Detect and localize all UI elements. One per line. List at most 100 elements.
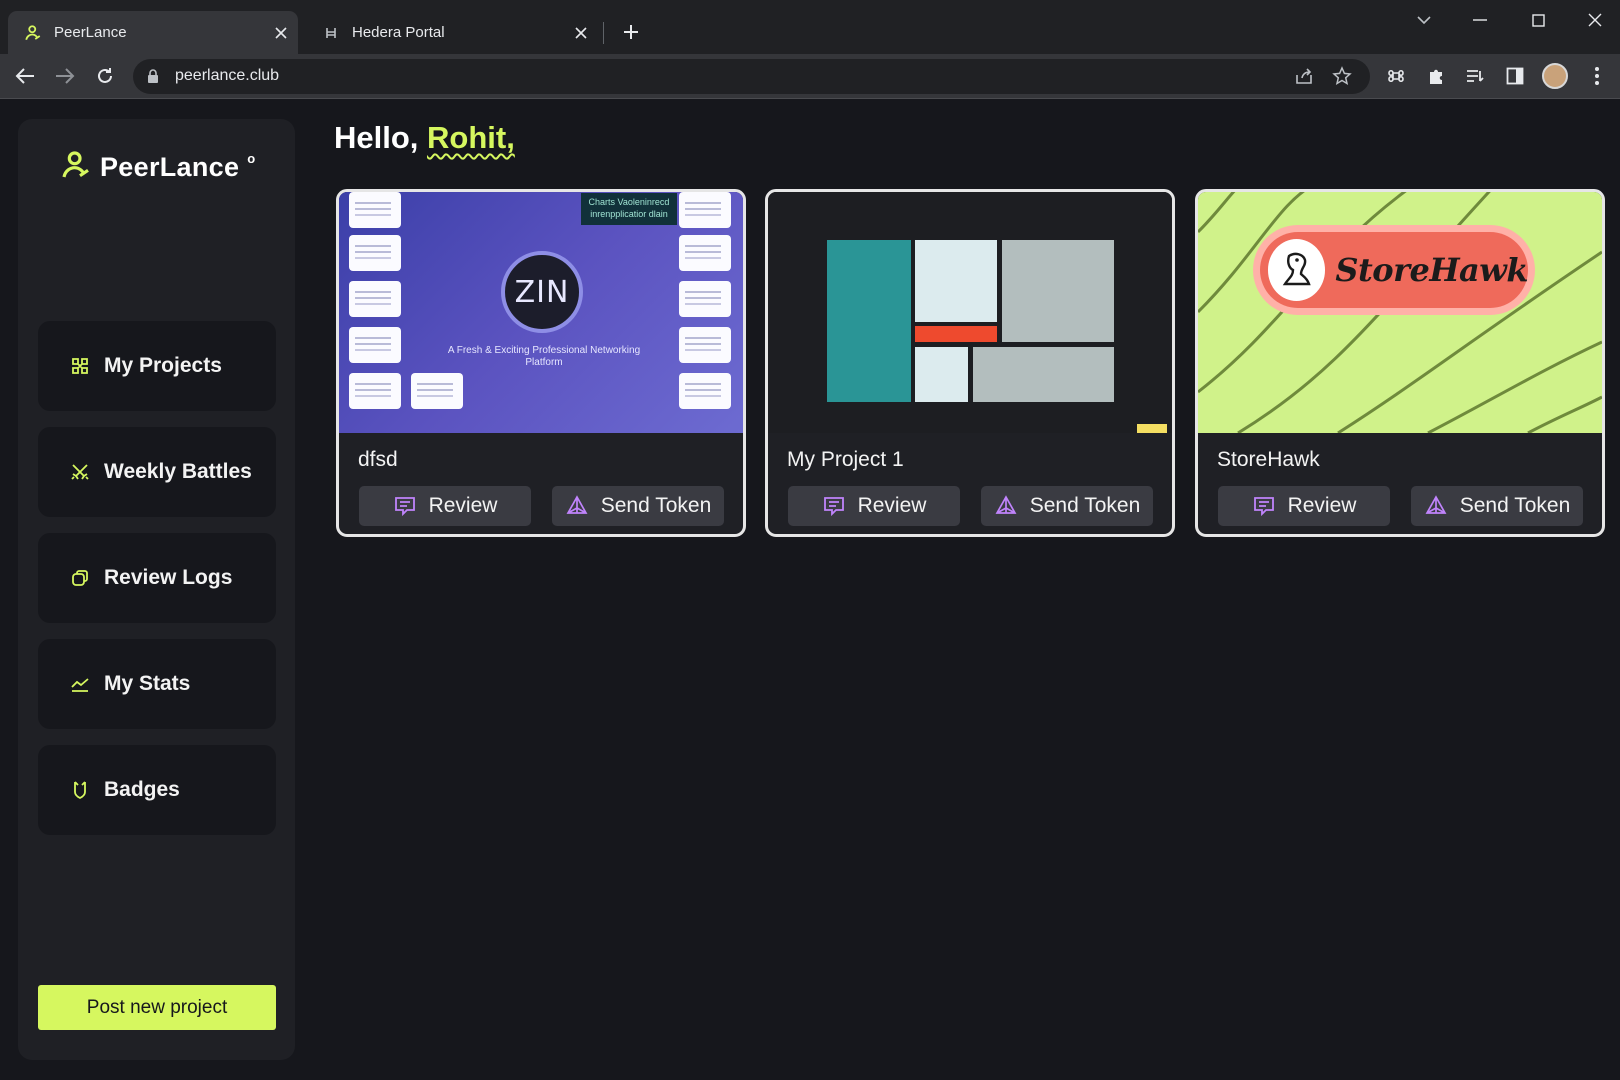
review-button[interactable]: Review — [1218, 486, 1390, 526]
address-bar[interactable]: peerlance.club — [133, 59, 1370, 94]
send-token-button[interactable]: Send Token — [1411, 486, 1583, 526]
kebab-menu-icon[interactable] — [1584, 63, 1610, 89]
tab-title: PeerLance — [54, 24, 127, 41]
bookmark-star-icon[interactable] — [1329, 63, 1355, 89]
send-token-label: Send Token — [1459, 494, 1571, 517]
tab-search-chevron-down-icon[interactable] — [1404, 6, 1444, 34]
page-title: Hello, Rohit, — [334, 120, 515, 156]
browser-tab-bar: PeerLance Hedera Portal — [0, 0, 1620, 54]
project-title: dfsd — [358, 448, 398, 471]
greeting-hello: Hello, — [334, 120, 428, 155]
battles-icon — [70, 462, 90, 482]
window-close-icon[interactable] — [1575, 6, 1615, 34]
thumb-mini-card — [349, 192, 401, 228]
project-title: My Project 1 — [787, 448, 904, 471]
thumb-mini-card — [679, 235, 731, 271]
thumb-mini-card — [679, 281, 731, 317]
new-tab-plus-icon[interactable] — [617, 18, 645, 46]
review-chat-icon — [393, 494, 417, 518]
send-token-label: Send Token — [1029, 494, 1141, 517]
project-card[interactable]: StoreHawk StoreHawk Review Send Token — [1195, 189, 1605, 537]
share-icon[interactable] — [1291, 63, 1317, 89]
send-token-button[interactable]: Send Token — [552, 486, 724, 526]
thumb-mini-card — [349, 373, 401, 409]
maximize-icon[interactable] — [1518, 6, 1558, 34]
thumb-block-light — [915, 347, 968, 402]
review-chat-icon — [1252, 494, 1276, 518]
sidebar-item-my-projects[interactable]: My Projects — [38, 321, 276, 411]
minimize-icon[interactable] — [1460, 6, 1500, 34]
sidebar-item-weekly-battles[interactable]: Weekly Battles — [38, 427, 276, 517]
lock-icon — [147, 68, 163, 86]
badge-icon — [70, 780, 90, 800]
storehawk-logo: StoreHawk — [1260, 232, 1528, 308]
brand-logo[interactable]: PeerLance o — [60, 149, 255, 186]
sidebar-item-label: My Stats — [104, 672, 191, 695]
reading-list-icon[interactable] — [1462, 63, 1488, 89]
sidebar-item-label: Badges — [104, 778, 180, 801]
peerlance-favicon-icon — [22, 22, 44, 44]
thumb-mini-card — [349, 327, 401, 363]
tab-title: Hedera Portal — [352, 24, 445, 41]
thumb-mini-card — [411, 373, 463, 409]
thumb-block-red — [915, 326, 997, 342]
hawk-icon — [1268, 239, 1326, 301]
close-tab-icon[interactable] — [570, 22, 592, 44]
thumb-mini-card — [349, 281, 401, 317]
send-token-button[interactable]: Send Token — [981, 486, 1153, 526]
peerlance-logo-icon — [60, 149, 92, 186]
stats-icon — [70, 674, 90, 694]
token-icon — [565, 494, 589, 518]
tab-separator — [603, 22, 604, 44]
thumb-banner: Charts Vaoleninrecd inrenpplicatior dlai… — [581, 193, 677, 225]
token-icon — [994, 494, 1018, 518]
close-tab-icon[interactable] — [270, 22, 292, 44]
back-arrow-icon[interactable] — [10, 61, 40, 91]
post-new-project-button[interactable]: Post new project — [38, 985, 276, 1030]
sidebar: PeerLance o My Projects Weekly Battles R… — [18, 119, 295, 1060]
extension-command-icon[interactable] — [1383, 63, 1409, 89]
brand-name: PeerLance — [100, 152, 240, 182]
browser-toolbar: peerlance.club — [0, 54, 1620, 99]
projects-icon — [70, 356, 90, 376]
profile-avatar[interactable] — [1542, 63, 1568, 89]
project-title: StoreHawk — [1217, 448, 1320, 471]
url-text: peerlance.club — [175, 67, 280, 84]
thumb-mini-card — [679, 192, 731, 228]
sidebar-item-my-stats[interactable]: My Stats — [38, 639, 276, 729]
brand-mark: o — [247, 151, 256, 166]
thumb-block-teal — [827, 240, 911, 402]
review-label: Review — [428, 494, 498, 517]
sidebar-item-label: Review Logs — [104, 566, 233, 589]
token-icon — [1424, 494, 1448, 518]
send-token-label: Send Token — [600, 494, 712, 517]
project-thumbnail[interactable] — [768, 192, 1172, 433]
browser-tab-peerlance[interactable]: PeerLance — [8, 11, 298, 54]
forward-arrow-icon[interactable] — [50, 61, 80, 91]
thumb-mini-card — [679, 373, 731, 409]
project-thumbnail[interactable]: StoreHawk — [1198, 192, 1602, 433]
sidebar-item-review-logs[interactable]: Review Logs — [38, 533, 276, 623]
project-thumbnail[interactable]: Charts Vaoleninrecd inrenpplicatior dlai… — [339, 192, 743, 433]
reload-icon[interactable] — [90, 61, 120, 91]
thumb-mini-card — [349, 235, 401, 271]
review-button[interactable]: Review — [359, 486, 531, 526]
sidebar-item-badges[interactable]: Badges — [38, 745, 276, 835]
review-logs-icon — [70, 568, 90, 588]
review-button[interactable]: Review — [788, 486, 960, 526]
thumb-block-light — [915, 240, 997, 322]
hedera-favicon-icon — [320, 22, 342, 44]
thumb-tagline: A Fresh & Exciting Professional Networki… — [447, 345, 641, 368]
project-card[interactable]: Charts Vaoleninrecd inrenpplicatior dlai… — [336, 189, 746, 537]
sidebar-item-label: My Projects — [104, 354, 222, 377]
thumb-block-gray — [1002, 240, 1114, 342]
storehawk-logo-text: StoreHawk — [1335, 251, 1528, 289]
sidebar-item-label: Weekly Battles — [104, 460, 252, 483]
review-chat-icon — [822, 494, 846, 518]
extensions-puzzle-icon[interactable] — [1423, 63, 1449, 89]
thumb-block-yellow — [1137, 424, 1167, 433]
thumb-stripes — [1198, 192, 1602, 433]
side-panel-icon[interactable] — [1502, 63, 1528, 89]
browser-tab-hedera[interactable]: Hedera Portal — [306, 11, 598, 54]
project-card[interactable]: My Project 1 Review Send Token — [765, 189, 1175, 537]
